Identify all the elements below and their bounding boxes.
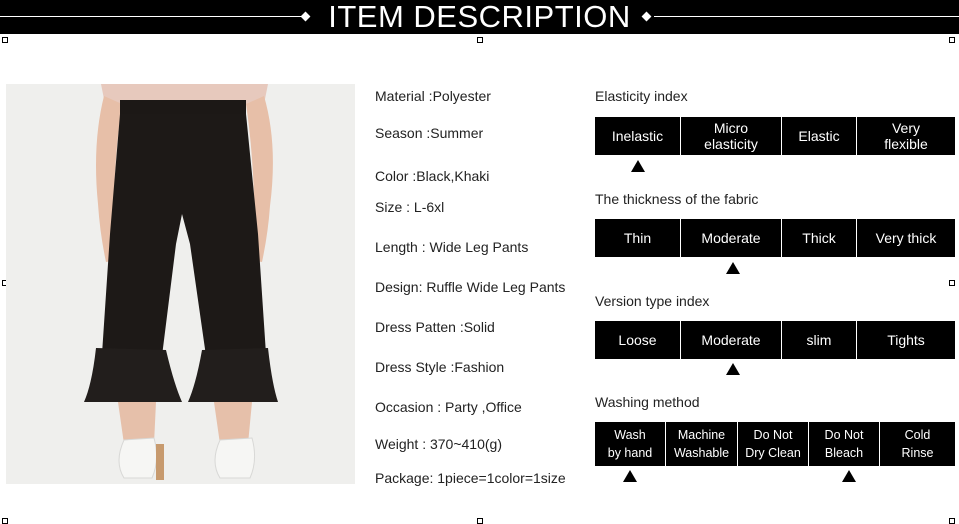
version-option: Tights [887, 332, 925, 348]
resize-handle-bottom-left[interactable] [2, 518, 8, 524]
model-pants-illustration [6, 84, 355, 484]
elasticity-option: Very flexible [884, 120, 928, 152]
washing-option: Wash by hand [595, 422, 666, 466]
elasticity-option: Elastic [782, 117, 857, 155]
resize-handle-middle-right[interactable] [949, 280, 955, 286]
washing-option: Cold Rinse [901, 428, 934, 460]
washing-bleach-marker-icon [842, 470, 856, 482]
version-option: Moderate [681, 321, 782, 359]
thickness-option: Very thick [875, 230, 937, 246]
banner-rule-right [654, 16, 959, 17]
resize-handle-bottom-center[interactable] [477, 518, 483, 524]
version-title: Version type index [595, 293, 710, 309]
version-scale: Loose Moderate slim Tights [595, 321, 955, 359]
version-selected-marker-icon [726, 363, 740, 375]
spec-color: Color :Black,Khaki [375, 168, 490, 184]
banner-title: ITEM DESCRIPTION [328, 0, 631, 34]
resize-handle-top-right[interactable] [949, 37, 955, 43]
thickness-option: Moderate [681, 219, 782, 257]
resize-handle-top-center[interactable] [477, 37, 483, 43]
thickness-scale: Thin Moderate Thick Very thick [595, 219, 955, 257]
elasticity-selected-marker-icon [631, 160, 645, 172]
thickness-option: Thin [595, 219, 681, 257]
washing-option: Do Not Dry Clean [738, 422, 809, 466]
washing-title: Washing method [595, 394, 700, 410]
spec-season: Season :Summer [375, 125, 484, 141]
elasticity-scale: Inelastic Micro elasticity Elastic Very … [595, 117, 955, 155]
title-banner: ITEM DESCRIPTION [0, 0, 959, 34]
version-option: Loose [595, 321, 681, 359]
thickness-selected-marker-icon [726, 262, 740, 274]
spec-occasion: Occasion : Party ,Office [375, 399, 522, 415]
thickness-option: Thick [782, 219, 857, 257]
resize-handle-bottom-right[interactable] [949, 518, 955, 524]
spec-size: Size : L-6xl [375, 199, 445, 215]
spec-length: Length : Wide Leg Pants [375, 239, 529, 255]
spec-package: Package: 1piece=1color=1size [375, 470, 566, 486]
spec-design: Design: Ruffle Wide Leg Pants [375, 279, 566, 295]
elasticity-title: Elasticity index [595, 88, 688, 104]
thickness-title: The thickness of the fabric [595, 191, 759, 207]
version-option: slim [782, 321, 857, 359]
spec-dress-pattern: Dress Patten :Solid [375, 319, 495, 335]
elasticity-option: Micro elasticity [681, 117, 782, 155]
spec-weight: Weight : 370~410(g) [375, 436, 502, 452]
resize-handle-top-left[interactable] [2, 37, 8, 43]
product-photo [6, 84, 355, 484]
washing-scale: Wash by hand Machine Washable Do Not Dry… [595, 422, 955, 466]
washing-option: Machine Washable [666, 422, 738, 466]
washing-option: Do Not Bleach [809, 422, 880, 466]
elasticity-option: Inelastic [595, 117, 681, 155]
spec-dress-style: Dress Style :Fashion [375, 359, 505, 375]
spec-material: Material :Polyester [375, 88, 491, 104]
washing-hand-marker-icon [623, 470, 637, 482]
